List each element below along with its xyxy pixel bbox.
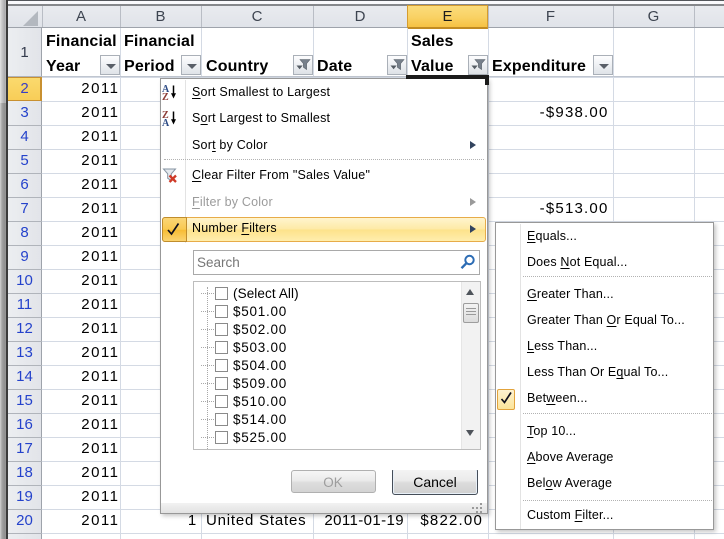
- svg-text:Z: Z: [162, 92, 169, 100]
- svg-text:A: A: [162, 118, 170, 126]
